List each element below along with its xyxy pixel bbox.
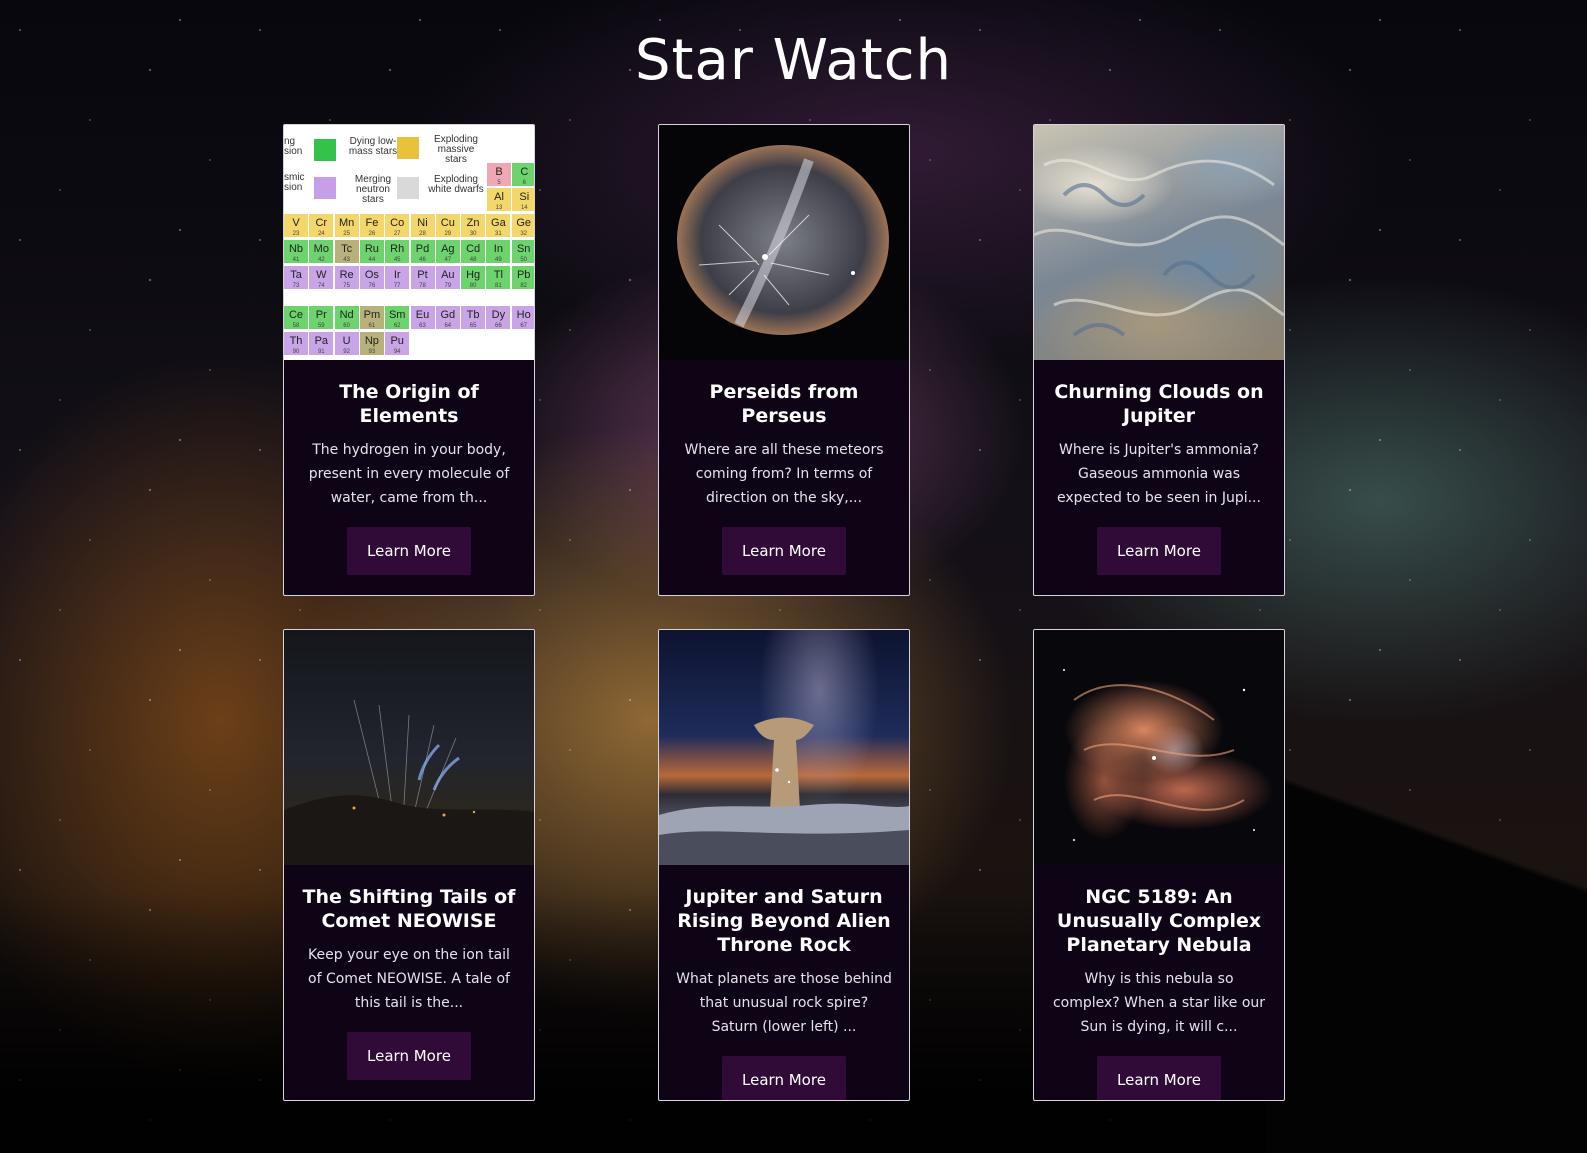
card-body: Perseids from Perseus Where are all thes… (659, 360, 909, 595)
element-cell: Nd 60 (334, 306, 359, 329)
learn-more-button[interactable]: Learn More (347, 527, 471, 575)
card-title: The Origin of Elements (339, 381, 479, 427)
element-cell: Pa 91 (309, 332, 334, 355)
legend-fragment: sion (284, 146, 303, 157)
element-cell: Ru 44 (359, 240, 384, 263)
card-body: Churning Clouds on Jupiter Where is Jupi… (1034, 360, 1284, 595)
legend-label: Exploding massive stars (434, 134, 478, 165)
card-title: The Shifting Tails of Comet NEOWISE (302, 886, 516, 932)
card-description: Where are all these meteors coming from?… (684, 442, 884, 506)
card-title: Perseids from Perseus (709, 381, 859, 427)
card-description: What planets are those behind that unusu… (676, 971, 892, 1035)
nebula-image (1034, 630, 1284, 865)
article-card: NGC 5189: An Unusually Complex Planetary… (1033, 629, 1285, 1101)
element-cell: Pd 46 (410, 240, 435, 263)
card-body: Jupiter and Saturn Rising Beyond Alien T… (659, 865, 909, 1100)
learn-more-button[interactable]: Learn More (347, 1032, 471, 1080)
element-cell: Pu 94 (385, 332, 410, 355)
meteor-shower-image (659, 125, 909, 360)
card-title: Jupiter and Saturn Rising Beyond Alien T… (677, 886, 891, 956)
mountain-ridge (1267, 633, 1587, 1153)
element-cell: Ir 77 (385, 266, 410, 289)
card-title: Churning Clouds on Jupiter (1054, 381, 1264, 427)
legend-swatch (314, 177, 336, 199)
element-cell: Re 75 (334, 266, 359, 289)
element-cell: Dy 66 (486, 306, 511, 329)
element-cell: Ce 58 (284, 306, 308, 329)
element-cell: In 49 (486, 240, 511, 263)
legend-swatch (397, 177, 419, 199)
article-card: Perseids from Perseus Where are all thes… (658, 124, 910, 596)
element-cell: Ge 32 (511, 214, 534, 237)
card-description: The hydrogen in your body, present in ev… (308, 442, 510, 506)
comet-image (284, 630, 534, 865)
card-description: Where is Jupiter's ammonia? Gaseous ammo… (1057, 442, 1261, 506)
element-cell: Co 27 (385, 214, 410, 237)
element-cell: Au 79 (435, 266, 460, 289)
card-body: The Shifting Tails of Comet NEOWISE Keep… (284, 865, 534, 1100)
legend-fragment: sion (284, 182, 303, 193)
rock-spire-milky-way-image (659, 630, 909, 865)
learn-more-button[interactable]: Learn More (722, 527, 846, 575)
element-cell: C6 (512, 163, 534, 186)
element-cell: Eu 63 (410, 306, 435, 329)
element-cell: Pm 61 (359, 306, 384, 329)
element-cell: U 92 (334, 332, 359, 355)
card-description: Why is this nebula so complex? When a st… (1052, 971, 1266, 1035)
element-cell: Si 14 (512, 188, 534, 211)
element-cell: Ta 73 (284, 266, 308, 289)
article-grid: ng sion smic sion Dying low-mass stars Explod… (283, 124, 1285, 1101)
jupiter-clouds-image (1034, 125, 1284, 360)
element-cell: B5 (487, 163, 511, 186)
legend-swatch (314, 139, 336, 161)
card-title: NGC 5189: An Unusually Complex Planetary… (1056, 886, 1262, 956)
element-cell: Sn 50 (511, 240, 534, 263)
element-cell: Al 13 (487, 188, 511, 211)
article-card: Jupiter and Saturn Rising Beyond Alien T… (658, 629, 910, 1101)
element-cell: Sm 62 (385, 306, 410, 329)
element-cell: Cu 29 (435, 214, 460, 237)
article-card: Churning Clouds on Jupiter Where is Jupi… (1033, 124, 1285, 596)
element-cell: Pb 82 (511, 266, 534, 289)
legend-swatch (397, 137, 419, 159)
article-card: ng sion smic sion Dying low-mass stars Explod… (283, 124, 535, 596)
element-cell: Mo 42 (309, 240, 334, 263)
element-cell: V 23 (284, 214, 308, 237)
card-body: The Origin of Elements The hydrogen in y… (284, 360, 534, 595)
element-cell: Th 90 (284, 332, 308, 355)
element-cell: Tc 43 (334, 240, 359, 263)
learn-more-button[interactable]: Learn More (1097, 1056, 1221, 1100)
element-cell: Zn 30 (461, 214, 486, 237)
element-cell: Cd 48 (461, 240, 486, 263)
article-card: The Shifting Tails of Comet NEOWISE Keep… (283, 629, 535, 1101)
card-body: NGC 5189: An Unusually Complex Planetary… (1034, 865, 1284, 1100)
learn-more-button[interactable]: Learn More (1097, 527, 1221, 575)
element-cell: W 74 (309, 266, 334, 289)
element-cell: Tl 81 (486, 266, 511, 289)
element-cell: Np 93 (359, 332, 384, 355)
element-cell: Ni 28 (410, 214, 435, 237)
element-cell: Pr 59 (309, 306, 334, 329)
element-cell: Pt 78 (410, 266, 435, 289)
element-cell: Ga 31 (486, 214, 511, 237)
element-cell: Tb 65 (461, 306, 486, 329)
element-cell: Rh 45 (385, 240, 410, 263)
element-cell: Fe 26 (359, 214, 384, 237)
element-cell: Hg 80 (461, 266, 486, 289)
element-cell: Cr 24 (309, 214, 334, 237)
element-cell: Gd 64 (435, 306, 460, 329)
learn-more-button[interactable]: Learn More (722, 1056, 846, 1100)
element-cell: Nb 41 (284, 240, 308, 263)
legend-label: Exploding white dwarfs (428, 174, 484, 195)
element-cell: Os 76 (359, 266, 384, 289)
card-description: Keep your eye on the ion tail of Comet N… (308, 947, 510, 1011)
element-cell: Ho 67 (511, 306, 534, 329)
element-cell: Mn 25 (334, 214, 359, 237)
legend-label: Dying low-mass stars (348, 136, 398, 157)
periodic-table-image: ng sion smic sion Dying low-mass stars Explod… (284, 125, 534, 360)
page-title: Star Watch (635, 28, 952, 93)
legend-label: Merging neutron stars (354, 174, 392, 205)
element-cell: Ag 47 (435, 240, 460, 263)
